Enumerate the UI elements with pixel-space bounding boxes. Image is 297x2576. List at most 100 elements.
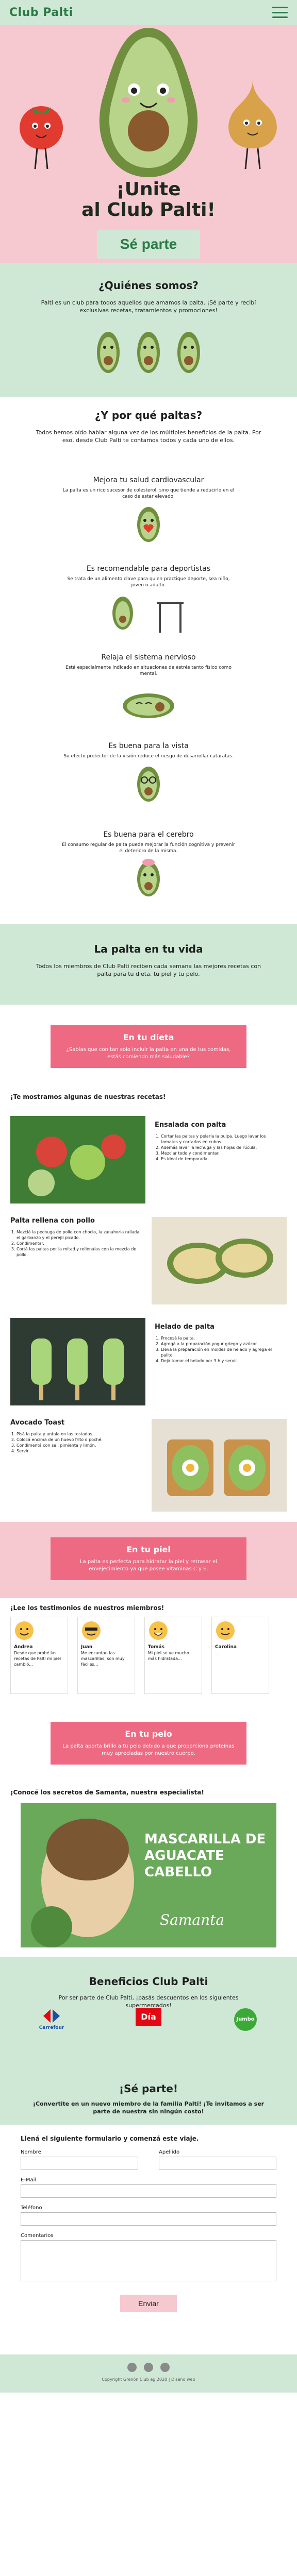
who-text: Palti es un club para todos aquellos que… (41, 299, 256, 314)
recipe-title: Palta rellena con pollo (10, 1217, 95, 1225)
who-title: ¿Quiénes somos? (98, 279, 199, 292)
testimonial-text: Me encantan las mascarillas, son muy fác… (81, 1651, 125, 1667)
testimonial-name: Juan (81, 1645, 93, 1650)
testimonials-heading: ¡Lee los testimonios de nuestros miembro… (10, 1604, 164, 1612)
recipe-step: Pisá la palta y untala en las tostadas. (16, 1431, 145, 1437)
video-heading: ¡Conocé los secretos de Samanta, nuestra… (10, 1789, 204, 1796)
facebook-icon[interactable] (127, 2363, 137, 2372)
benefit-text: Su efecto protector de la visión reduce … (63, 754, 234, 759)
why-header: ¿Y por qué paltas? Todos hemos oído habl… (0, 397, 297, 469)
logo[interactable]: Club Palti (9, 6, 73, 19)
hair-section: En tu pelo La palta aporta brillo a tu p… (0, 1706, 297, 1789)
recipe-step: Colocá encima de un huevo frito o poché. (16, 1437, 145, 1443)
recipe-title: Helado de palta (155, 1323, 214, 1331)
copyright: Copyright Grenón Club ag 2020 | Diseño w… (102, 2377, 195, 2382)
testimonials-section: ¡Lee los testimonios de nuestros miembro… (0, 1598, 297, 1706)
skin-text: La palta es perfecta para hidratar la pi… (79, 1559, 218, 1572)
comments-field[interactable] (21, 2240, 276, 2281)
phone-field[interactable] (21, 2212, 276, 2226)
recipe-steps: Procesá la palta. Agregá a la preparació… (155, 1335, 284, 1364)
hero-title-line1: ¡Unite (116, 179, 181, 200)
benefit-text: Se trata de un alimento clave para quien… (67, 577, 230, 588)
who-section: ¿Quiénes somos? Palti es un club para to… (0, 263, 297, 397)
instagram-icon[interactable] (144, 2363, 153, 2372)
video-section: ¡Conocé los secretos de Samanta, nuestra… (0, 1789, 297, 1957)
benefit-card: Mejora tu salud cardiovascular La palta … (0, 469, 297, 557)
recipe-step: Además lavar la lechuga y las hojas de r… (161, 1145, 284, 1150)
benefit-title: Es buena para el cerebro (103, 831, 194, 839)
recipe-step: Dejá tomar el helado por 3 h y servir. (161, 1358, 284, 1364)
recipe-title: Avocado Toast (10, 1419, 65, 1427)
recipe-card[interactable]: Ensalada con palta Cortar las paltas y p… (0, 1111, 297, 1212)
recipe-step: Condimentar. (16, 1241, 145, 1246)
form-intro: Llená el siguiente formulario y comenzá … (21, 2135, 199, 2142)
hair-card: En tu pelo La palta aporta brillo a tu p… (51, 1722, 246, 1765)
avocado-character (99, 28, 198, 177)
recipe-step: Mezclá la pechuga de pollo con choclo, l… (16, 1229, 145, 1241)
recipes-heading: ¡Te mostramos algunas de nuestras receta… (0, 1082, 297, 1111)
recipe-steps: Mezclá la pechuga de pollo con choclo, l… (10, 1229, 145, 1258)
recipe-title: Ensalada con palta (155, 1121, 226, 1129)
join-text: ¡Convertite en un nuevo miembro de la fa… (32, 2100, 265, 2115)
sponsor-name: Jumbo (234, 2008, 257, 2031)
sponsor-carrefour[interactable]: Carrefour (31, 2008, 72, 2030)
sponsor-name: Día (136, 2008, 161, 2026)
join-section: ¡Sé parte! ¡Convertite en un nuevo miemb… (0, 2071, 297, 2125)
diet-text: ¿Sabías que con tan solo incluir la palt… (66, 1047, 231, 1060)
submit-button[interactable]: Enviar (120, 2295, 177, 2312)
life-title: La palta en tu vida (94, 943, 203, 955)
diet-title: En tu dieta (123, 1032, 174, 1042)
last-name-input[interactable] (159, 2157, 276, 2170)
testimonial-card[interactable]: Carolina ... (211, 1617, 269, 1694)
recipe-step: Cortar las paltas y pelarla la pulpa. Lu… (161, 1133, 284, 1145)
testimonial-text: Desde que probé las recetas de Palti mi … (14, 1651, 61, 1667)
benefits-text: Por ser parte de Club Palti, ¡pasás desc… (58, 1994, 239, 2009)
onion-character (228, 81, 277, 170)
avocado-glasses-illustration (137, 767, 160, 802)
video-player[interactable]: MASCARILLA DE AGUACATE CABELLO Samanta (21, 1803, 276, 1947)
recipe-step: Es ideal de temporada. (161, 1156, 284, 1162)
hero-illustration (0, 25, 297, 179)
signup-form: Llená el siguiente formulario y comenzá … (0, 2125, 297, 2354)
video-brand: Samanta (160, 1911, 225, 1928)
avocado-group-illustration (97, 332, 200, 373)
life-section: La palta en tu vida Todos los miembros d… (0, 924, 297, 1005)
benefit-title: Mejora tu salud cardiovascular (93, 476, 204, 484)
last-name-label: Apellido (159, 2149, 180, 2155)
testimonial-name: Carolina (215, 1645, 237, 1650)
recipe-card[interactable]: Helado de palta Procesá la palta. Agregá… (0, 1313, 297, 1414)
first-name-label: Nombre (21, 2149, 41, 2155)
twitter-icon[interactable] (160, 2363, 170, 2372)
recipe-step: Mezclar todo y condimentar. (161, 1150, 284, 1156)
avatar (216, 1621, 235, 1640)
recipe-steps: Cortar las paltas y pelarla la pulpa. Lu… (155, 1133, 284, 1162)
sponsor-name: Carrefour (39, 2025, 64, 2030)
benefit-card: Es buena para el cerebro El consumo regu… (0, 823, 297, 924)
recipe-card[interactable]: Avocado Toast Pisá la palta y untala en … (0, 1414, 297, 1522)
recipe-step: Llevá la preparación en moldes de helado… (161, 1347, 284, 1358)
recipe-card[interactable]: Palta rellena con pollo Mezclá la pechug… (0, 1212, 297, 1313)
testimonial-card[interactable]: Juan Me encantan las mascarillas, son mu… (77, 1617, 135, 1694)
email-field[interactable] (21, 2184, 276, 2198)
recipes-heading-text: ¡Te mostramos algunas de nuestras receta… (10, 1093, 166, 1100)
recipe-step: Agregá a la preparación yogur griego y a… (161, 1341, 284, 1347)
footer: Copyright Grenón Club ag 2020 | Diseño w… (0, 2354, 297, 2393)
testimonial-card[interactable]: Tomás Mi piel se ve mucho más hidratada.… (144, 1617, 202, 1694)
first-name-input[interactable] (21, 2157, 138, 2170)
testimonial-text: ... (215, 1651, 219, 1655)
avocado-ice-cream-photo (10, 1318, 145, 1405)
testimonial-name: Andrea (14, 1645, 33, 1650)
benefit-title: Relaja el sistema nervioso (101, 653, 196, 662)
tomato-character (20, 106, 63, 170)
sponsor-jumbo[interactable]: Jumbo (225, 2008, 266, 2031)
sponsor-dia[interactable]: Día (128, 2008, 169, 2026)
video-title: MASCARILLA DE AGUACATE CABELLO (144, 1832, 266, 1880)
testimonial-name: Tomás (148, 1645, 164, 1650)
stuffed-avocado-photo (152, 1217, 287, 1304)
join-button[interactable]: Sé parte (97, 230, 200, 259)
testimonial-card[interactable]: Andrea Desde que probé las recetas de Pa… (10, 1617, 68, 1694)
carrefour-logo-icon (43, 2009, 60, 2023)
benefit-card: Es recomendable para deportistas Se trat… (0, 557, 297, 646)
menu-icon[interactable] (272, 7, 288, 18)
why-title: ¿Y por qué paltas? (94, 409, 203, 421)
